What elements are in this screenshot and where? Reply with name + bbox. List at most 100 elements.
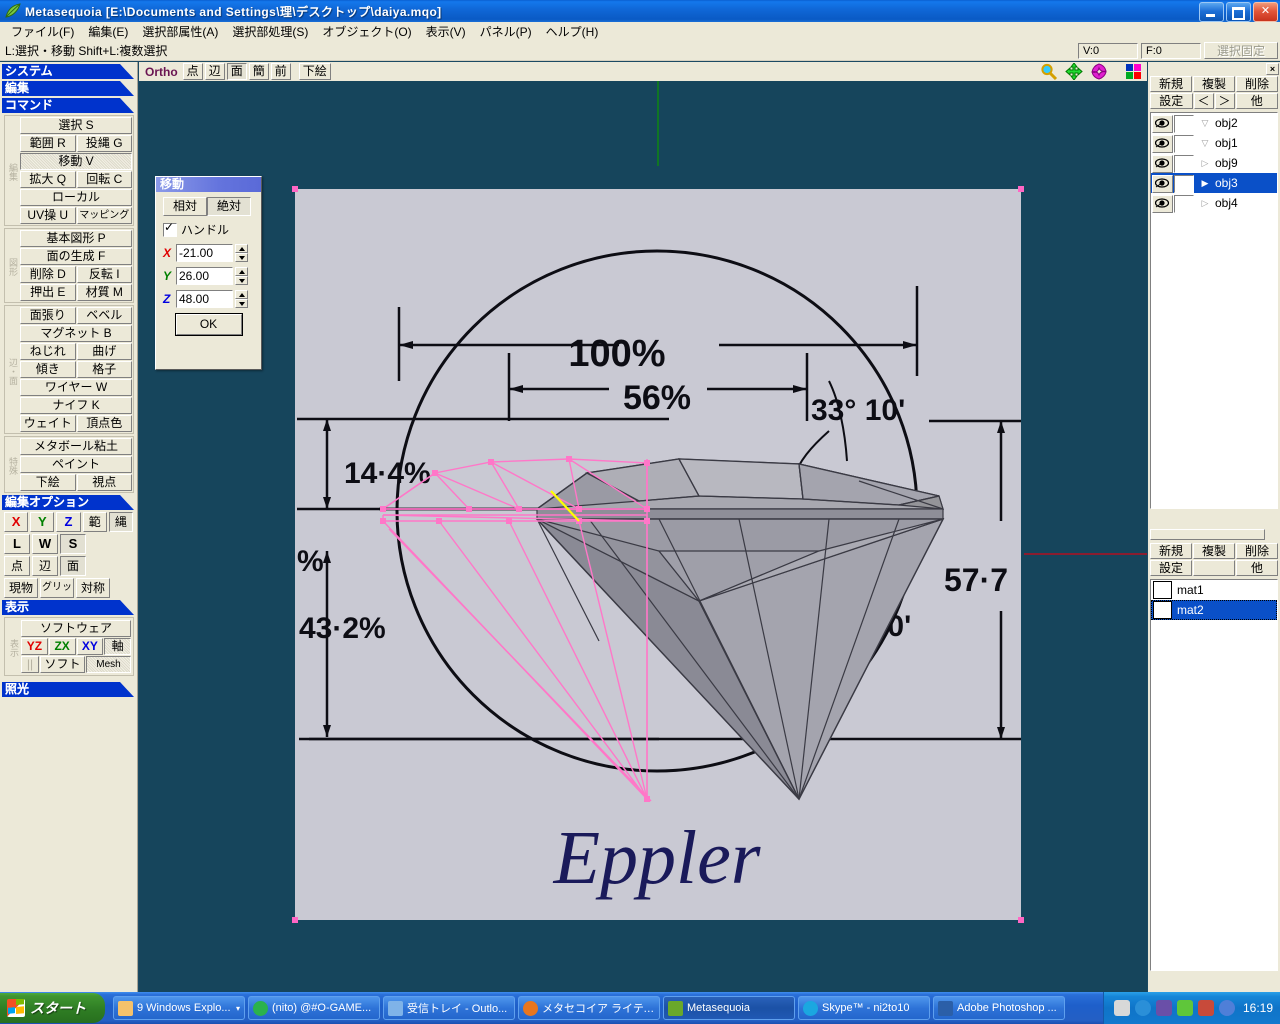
rotate-icon[interactable] bbox=[1090, 63, 1108, 80]
display-plane-zx[interactable]: ZX bbox=[48, 638, 76, 655]
option-lasso[interactable]: 縄 bbox=[108, 512, 134, 532]
cmd-bend[interactable]: 曲げ bbox=[76, 343, 132, 360]
display-axis[interactable]: 軸 bbox=[104, 638, 131, 655]
option-symmetry[interactable]: 対称 bbox=[76, 578, 110, 598]
material-list-item[interactable]: mat1 bbox=[1151, 580, 1277, 600]
material-color-swatch[interactable] bbox=[1153, 581, 1172, 599]
move-y-spinner[interactable] bbox=[235, 267, 248, 285]
cmd-primitive[interactable]: 基本図形 P bbox=[20, 230, 132, 247]
display-mesh[interactable]: Mesh bbox=[86, 656, 131, 673]
option-vertex[interactable]: 点 bbox=[4, 556, 30, 576]
cmd-twist[interactable]: ねじれ bbox=[20, 343, 76, 360]
object-color-swatch[interactable] bbox=[1174, 134, 1194, 153]
cmd-delete[interactable]: 削除 D bbox=[20, 266, 76, 283]
move-z-spinner[interactable] bbox=[235, 290, 248, 308]
option-face[interactable]: 面 bbox=[60, 556, 86, 576]
viewtab-vertex[interactable]: 点 bbox=[182, 63, 203, 80]
menu-selection-process[interactable]: 選択部処理(S) bbox=[225, 22, 315, 41]
section-edit[interactable]: 編集 bbox=[2, 81, 135, 96]
menu-panel[interactable]: パネル(P) bbox=[473, 22, 539, 41]
chevron-down-icon[interactable]: ▽ bbox=[1197, 138, 1213, 149]
object-list-item[interactable]: ▽ obj2 bbox=[1151, 113, 1277, 133]
cmd-local[interactable]: ローカル bbox=[20, 189, 132, 206]
task-button[interactable]: 受信トレイ - Outlo... bbox=[383, 996, 515, 1020]
close-button[interactable]: ✕ bbox=[1253, 2, 1278, 22]
section-display[interactable]: 表示 bbox=[2, 600, 135, 615]
menu-help[interactable]: ヘルプ(H) bbox=[539, 22, 606, 41]
cmd-face-stretch[interactable]: 面張り bbox=[20, 307, 76, 324]
shield-icon[interactable] bbox=[1176, 1000, 1193, 1016]
move-dialog[interactable]: 移動 相対 絶対 ハンドル X -21.00 Y 26.00 bbox=[155, 176, 262, 370]
section-edit-options[interactable]: 編集オプション bbox=[2, 495, 135, 510]
object-other-button[interactable]: 他 bbox=[1235, 93, 1278, 109]
cmd-paint[interactable]: ペイント bbox=[20, 456, 132, 473]
task-button[interactable]: 9 Windows Explo... ▾ bbox=[113, 996, 245, 1020]
material-panel-scrollbar[interactable] bbox=[1150, 529, 1265, 540]
menu-object[interactable]: オブジェクト(O) bbox=[315, 22, 418, 41]
circle-icon[interactable] bbox=[1218, 1000, 1235, 1016]
task-button-active[interactable]: Metasequoia bbox=[663, 996, 795, 1020]
handle-checkbox-row[interactable]: ハンドル bbox=[163, 220, 254, 238]
option-real[interactable]: 現物 bbox=[4, 578, 38, 598]
object-next-button[interactable]: ＞ bbox=[1214, 93, 1235, 109]
task-button[interactable]: Adobe Photoshop ... bbox=[933, 996, 1065, 1020]
cmd-vertex-color[interactable]: 頂点色 bbox=[76, 415, 132, 432]
viewtab-front[interactable]: 前 bbox=[270, 63, 291, 80]
cmd-mapping[interactable]: マッピング bbox=[76, 207, 132, 224]
display-plane-xy[interactable]: XY bbox=[76, 638, 104, 655]
object-list-item-selected[interactable]: ▶ obj3 bbox=[1151, 173, 1277, 193]
cmd-create-face[interactable]: 面の生成 F bbox=[20, 248, 132, 265]
chevron-right-icon[interactable]: ▷ bbox=[1197, 158, 1213, 169]
chevron-down-icon[interactable]: ▽ bbox=[1197, 118, 1213, 129]
option-grid[interactable]: グリッド bbox=[40, 578, 74, 611]
cmd-wire[interactable]: ワイヤー W bbox=[20, 379, 132, 396]
material-settings-button[interactable]: 設定 bbox=[1150, 560, 1192, 576]
cmd-range[interactable]: 範囲 R bbox=[20, 135, 76, 152]
section-system[interactable]: システム bbox=[2, 64, 135, 79]
cmd-extrude[interactable]: 押出 E bbox=[20, 284, 76, 301]
object-delete-button[interactable]: 削除 bbox=[1236, 76, 1278, 92]
update-icon[interactable] bbox=[1197, 1000, 1214, 1016]
viewtab-simple[interactable]: 簡 bbox=[248, 63, 269, 80]
keyboard-icon[interactable] bbox=[1113, 1000, 1130, 1016]
option-range[interactable]: 範 bbox=[82, 512, 107, 532]
object-color-swatch[interactable] bbox=[1174, 114, 1194, 133]
pan-icon[interactable] bbox=[1065, 62, 1083, 81]
material-duplicate-button[interactable]: 複製 bbox=[1193, 543, 1235, 559]
cmd-invert[interactable]: 反転 I bbox=[76, 266, 132, 283]
object-color-swatch[interactable] bbox=[1174, 154, 1194, 173]
cmd-weight[interactable]: ウェイト bbox=[20, 415, 76, 432]
option-w[interactable]: W bbox=[32, 534, 58, 554]
eye-icon[interactable] bbox=[1152, 154, 1173, 173]
chevron-down-icon[interactable]: ▾ bbox=[236, 1004, 240, 1013]
chevron-right-icon[interactable]: ▷ bbox=[1197, 198, 1213, 209]
display-parallel[interactable]: || bbox=[21, 656, 39, 673]
material-other-button[interactable]: 他 bbox=[1236, 560, 1278, 576]
object-list-item[interactable]: ▽ obj1 bbox=[1151, 133, 1277, 153]
move-y-input[interactable]: 26.00 bbox=[176, 267, 233, 285]
monitor-icon[interactable] bbox=[1155, 1000, 1172, 1016]
move-ok-button[interactable]: OK bbox=[174, 313, 243, 336]
material-delete-button[interactable]: 削除 bbox=[1236, 543, 1278, 559]
cmd-rotate[interactable]: 回転 C bbox=[76, 171, 132, 188]
menu-file[interactable]: ファイル(F) bbox=[4, 22, 81, 41]
object-color-swatch[interactable] bbox=[1174, 174, 1194, 193]
object-color-swatch[interactable] bbox=[1174, 194, 1194, 213]
move-x-input[interactable]: -21.00 bbox=[176, 244, 233, 262]
move-mode-relative[interactable]: 相対 bbox=[163, 197, 207, 216]
chevron-right-icon[interactable]: ▶ bbox=[1197, 178, 1213, 189]
display-plane-yz[interactable]: YZ bbox=[21, 638, 48, 655]
object-duplicate-button[interactable]: 複製 bbox=[1193, 76, 1235, 92]
eye-icon[interactable] bbox=[1152, 114, 1173, 133]
option-edge[interactable]: 辺 bbox=[32, 556, 58, 576]
cmd-tilt[interactable]: 傾き bbox=[20, 361, 76, 378]
task-button[interactable]: メタセコイア ライティ... bbox=[518, 996, 660, 1020]
cmd-magnet[interactable]: マグネット B bbox=[20, 325, 132, 342]
object-prev-button[interactable]: ＜ bbox=[1193, 93, 1214, 109]
cmd-lasso[interactable]: 投縄 G bbox=[76, 135, 132, 152]
cmd-knife[interactable]: ナイフ K bbox=[20, 397, 132, 414]
cmd-move[interactable]: 移動 V bbox=[20, 153, 132, 170]
object-list-item[interactable]: ▷ obj4 bbox=[1151, 193, 1277, 213]
menu-edit[interactable]: 編集(E) bbox=[81, 22, 135, 41]
object-panel-close-icon[interactable]: × bbox=[1266, 63, 1279, 75]
